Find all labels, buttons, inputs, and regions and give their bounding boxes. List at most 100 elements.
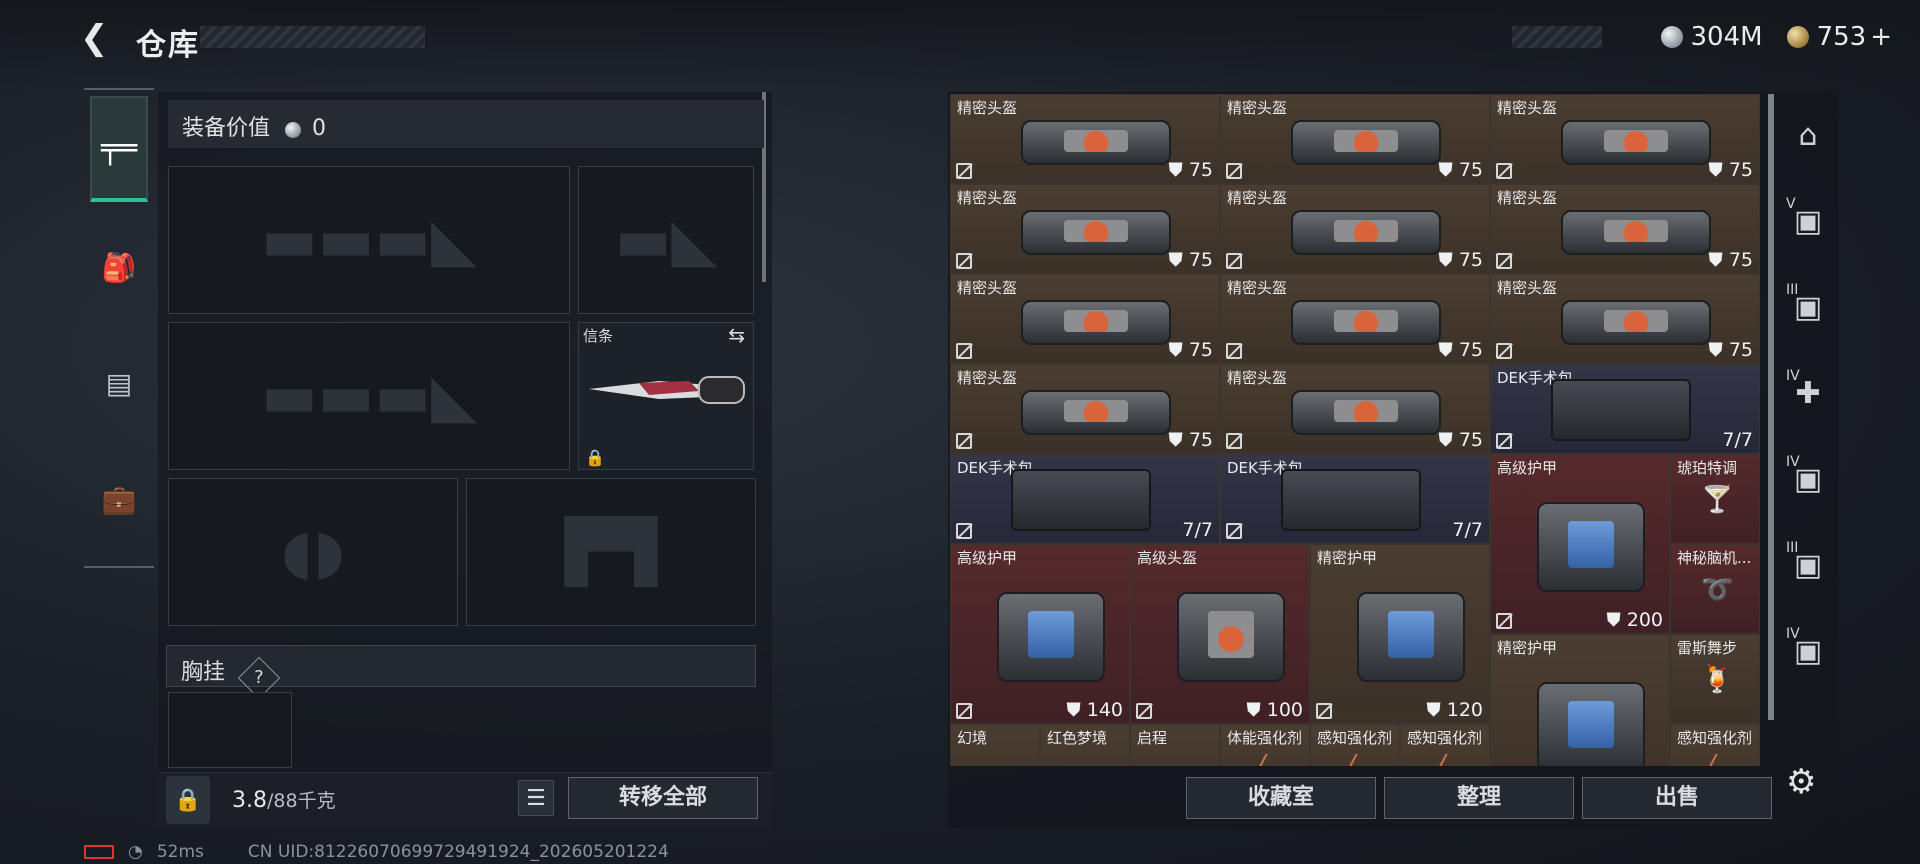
sidearm-slot[interactable]: ▬◣ (578, 166, 754, 314)
stash-item[interactable]: 精密头盔 ⛊ 75 (950, 184, 1220, 274)
stash-item[interactable]: 精密头盔 ⛊ 75 (1220, 274, 1490, 364)
item-value: 75 (1458, 429, 1483, 451)
shield-icon: ⛊ (1168, 429, 1189, 451)
melee-slot[interactable]: 信条 ⇆ 🔒 (578, 322, 754, 470)
item-durability: ⛊ 75 (1439, 249, 1483, 271)
stash-item[interactable]: 高级护甲 ⛊ 200 (1490, 454, 1670, 634)
stash-filter-1[interactable]: ▣ V (1778, 186, 1838, 256)
stash-filter-5[interactable]: ▣ III (1778, 530, 1838, 600)
stash-item[interactable]: 精密头盔 ⛊ 75 (950, 364, 1220, 454)
nav-case[interactable]: 💼 (90, 446, 148, 552)
item-durability: 7/7 (1452, 519, 1483, 541)
stash-filter-2[interactable]: ▣ III (1778, 272, 1838, 342)
item-durability: ⛊ 75 (1709, 249, 1753, 271)
unsellable-icon (1496, 163, 1512, 179)
item-value: 75 (1728, 249, 1753, 271)
surgery-kit-icon (1011, 469, 1151, 531)
item-durability: ⛊ 75 (1709, 159, 1753, 181)
stash-item[interactable]: 高级护甲 ⛊ 140 (950, 544, 1130, 724)
tier-label: III (1786, 282, 1799, 298)
stash-item[interactable]: 精密头盔 ⛊ 75 (1220, 364, 1490, 454)
chest-rig-header: 胸挂 ? (166, 645, 756, 700)
item-name: 感知强化剂 (1317, 729, 1393, 747)
shield-icon: ⛊ (1708, 159, 1729, 181)
chest-rig-slot[interactable] (168, 692, 292, 768)
stash-scrollbar[interactable] (1768, 94, 1774, 720)
weight-lock-icon[interactable]: 🔒 (166, 776, 210, 824)
shield-icon: ⛊ (1426, 699, 1447, 721)
helmet-slot[interactable]: ◖◗ (168, 478, 458, 626)
stash-item[interactable]: 感知强化剂 ╱ (1310, 724, 1400, 766)
consumable-icon: ╱ (1431, 755, 1447, 766)
stash-item[interactable]: 启程 ◡ (1130, 724, 1220, 766)
stash-item[interactable]: 精密头盔 ⛊ 75 (1490, 184, 1760, 274)
gear-bag-icon (1561, 119, 1711, 165)
item-durability: ⛊ 100 (1246, 699, 1303, 721)
stash-item[interactable]: DEK手术包 7/7 (1490, 364, 1760, 454)
stash-item[interactable]: 琥珀特调 🍸 (1670, 454, 1760, 544)
stash-item[interactable]: 雷斯舞步 🍹 (1670, 634, 1760, 724)
unsellable-icon (956, 163, 972, 179)
stash-item[interactable]: 精密护甲 (1490, 634, 1670, 766)
primary-weapon-slot[interactable]: ▬▬▬◣ (168, 166, 570, 314)
item-name: 幻境 (957, 729, 988, 747)
item-name: 琥珀特调 (1677, 459, 1738, 477)
gear-bag-icon (1021, 119, 1171, 165)
stash-item[interactable]: 感知强化剂 ╱ (1670, 724, 1760, 766)
item-value: 75 (1728, 339, 1753, 361)
nav-weapons[interactable]: ╤═ (90, 96, 148, 202)
gear-bag-icon (1021, 299, 1171, 345)
stash-item[interactable]: 精密头盔 ⛊ 75 (1490, 274, 1760, 364)
back-arrow-icon[interactable]: ❮ (80, 18, 120, 58)
gear-bag-icon (1561, 209, 1711, 255)
settings-gear-icon[interactable]: ⚙ (1786, 762, 1816, 802)
rifle-silhouette-icon: ▬▬▬◣ (260, 361, 478, 431)
stash-item[interactable]: 幻境 ◡ (950, 724, 1040, 766)
item-name: 启程 (1137, 729, 1168, 747)
stash-item[interactable]: 高级头盔 ⛊ 100 (1130, 544, 1310, 724)
stash-item[interactable]: DEK手术包 7/7 (1220, 454, 1490, 544)
armor-slot[interactable]: ▛▜ (466, 478, 756, 626)
sell-button[interactable]: 出售 (1582, 777, 1772, 819)
unsellable-icon (956, 703, 972, 719)
stash-item[interactable]: 精密头盔 ⛊ 75 (950, 274, 1220, 364)
stash-item[interactable]: 精密头盔 ⛊ 75 (1220, 94, 1490, 184)
stash-item[interactable]: 感知强化剂 ╱ (1400, 724, 1490, 766)
item-durability: ⛊ 75 (1439, 339, 1483, 361)
list-view-icon[interactable]: ☰ (518, 780, 554, 816)
stash-filter-3[interactable]: ✚ IV (1778, 358, 1838, 428)
stash-filter-6[interactable]: ▣ IV (1778, 616, 1838, 686)
item-value: 75 (1728, 159, 1753, 181)
consumable-icon: ╱ (1701, 755, 1717, 766)
stash-filter-0[interactable]: ⌂ (1778, 100, 1838, 170)
stash-item[interactable]: 精密头盔 ⛊ 75 (1490, 94, 1760, 184)
add-gold-button[interactable]: + (1870, 22, 1892, 52)
shield-icon: ⛊ (1168, 339, 1189, 361)
transfer-all-button[interactable]: 转移全部 (568, 777, 758, 819)
stash-item[interactable]: DEK手术包 7/7 (950, 454, 1220, 544)
nav-vest[interactable]: ▤ (90, 330, 148, 436)
helmet-silhouette-icon: ◖◗ (281, 517, 345, 587)
stash-item[interactable]: 红色梦境 ◡ (1040, 724, 1130, 766)
secondary-weapon-slot[interactable]: ▬▬▬◣ (168, 322, 570, 470)
consumable-icon: ◡ (1071, 755, 1094, 766)
organize-button[interactable]: 整理 (1384, 777, 1574, 819)
nav-backpack[interactable]: 🎒 (90, 214, 148, 320)
item-value: 120 (1446, 699, 1483, 721)
equipment-value-label: 装备价值 (182, 116, 271, 141)
carry-weight: 3.8/88千克 (232, 786, 336, 813)
gold-currency[interactable]: 753 + (1786, 22, 1892, 52)
silver-amount: 304M (1690, 22, 1763, 52)
stash-item[interactable]: 精密头盔 ⛊ 75 (1220, 184, 1490, 274)
stash-item[interactable]: 神秘脑机... ➰ (1670, 544, 1760, 634)
stash-filter-4[interactable]: ▣ IV (1778, 444, 1838, 514)
unsellable-icon (1226, 163, 1242, 179)
tier-label: III (1786, 540, 1799, 556)
stash-item[interactable]: 体能强化剂 ╱ (1220, 724, 1310, 766)
collection-button[interactable]: 收藏室 (1186, 777, 1376, 819)
swap-icon[interactable]: ⇆ (728, 323, 745, 347)
item-value: 100 (1266, 699, 1303, 721)
toolbox-icon: 💼 (101, 482, 137, 516)
stash-item[interactable]: 精密护甲 ⛊ 120 (1310, 544, 1490, 724)
stash-item[interactable]: 精密头盔 ⛊ 75 (950, 94, 1220, 184)
